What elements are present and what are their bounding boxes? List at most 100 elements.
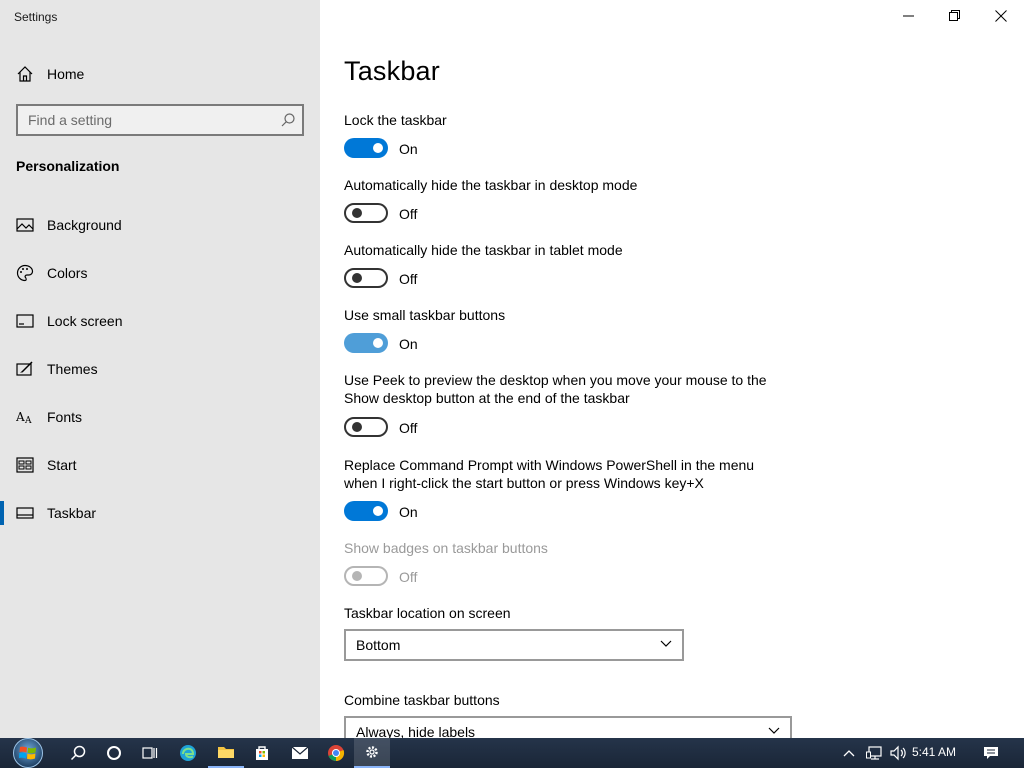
task-view-icon	[142, 747, 158, 759]
windows-taskbar: 5:41 AM	[0, 738, 1024, 768]
location-value: Bottom	[356, 637, 401, 653]
setting-label: Automatically hide the taskbar in deskto…	[344, 177, 638, 193]
windows-logo-icon	[13, 738, 43, 768]
file-explorer-button[interactable]	[208, 738, 244, 768]
fonts-icon: A A	[16, 410, 32, 426]
restore-button[interactable]	[932, 0, 978, 32]
peek-toggle[interactable]	[344, 417, 388, 437]
toggle-knob	[352, 208, 362, 218]
start-button[interactable]	[10, 737, 46, 768]
search-icon	[70, 745, 86, 761]
toggle-state: Off	[399, 420, 418, 436]
sidebar-item-taskbar[interactable]: Taskbar	[0, 493, 320, 533]
toggle-state: On	[399, 504, 418, 520]
home-label: Home	[47, 66, 85, 82]
taskbar-clock[interactable]: 5:41 AM	[912, 745, 956, 759]
restore-icon	[949, 10, 960, 21]
folder-icon	[218, 747, 234, 758]
sidebar-item-label: Taskbar	[47, 505, 97, 521]
lock-taskbar-toggle[interactable]	[344, 138, 388, 158]
edge-button[interactable]	[170, 738, 206, 768]
minimize-icon	[903, 15, 914, 17]
home-nav-item[interactable]: Home	[0, 56, 320, 90]
toggle-knob	[373, 506, 383, 516]
taskbar-icon	[16, 507, 34, 519]
toggle-state: On	[399, 141, 418, 157]
search-placeholder: Find a setting	[28, 112, 113, 128]
close-button[interactable]	[978, 0, 1024, 32]
search-icon	[281, 113, 295, 127]
section-title: Personalization	[16, 158, 120, 174]
chevron-up-icon	[843, 750, 855, 757]
toggle-knob	[352, 273, 362, 283]
setting-label: Replace Command Prompt with Windows Powe…	[344, 457, 755, 491]
settings-taskbar-button[interactable]	[354, 738, 390, 768]
search-input[interactable]: Find a setting	[16, 104, 304, 136]
toggle-knob	[352, 422, 362, 432]
sidebar-item-label: Fonts	[47, 409, 83, 425]
powershell-toggle[interactable]	[344, 501, 388, 521]
minimize-button[interactable]	[886, 0, 932, 32]
sidebar-item-fonts[interactable]: A A Fonts	[0, 397, 320, 437]
setting-label: Automatically hide the taskbar in tablet…	[344, 242, 623, 258]
location-label: Taskbar location on screen	[344, 605, 511, 621]
sidebar-item-label: Background	[47, 217, 122, 233]
edge-icon	[180, 745, 196, 761]
setting-label: Show badges on taskbar buttons	[344, 540, 548, 556]
sidebar-item-label: Themes	[47, 361, 98, 377]
chrome-icon	[328, 745, 345, 762]
sidebar-item-background[interactable]: Background	[0, 205, 320, 245]
setting-label: Use Peek to preview the desktop when you…	[344, 372, 767, 406]
toggle-knob	[373, 143, 383, 153]
toggle-knob	[373, 338, 383, 348]
toggle-state: Off	[399, 271, 418, 287]
start-icon	[16, 457, 34, 473]
network-button[interactable]	[860, 738, 888, 768]
autohide-tablet-toggle[interactable]	[344, 268, 388, 288]
setting-label: Use small taskbar buttons	[344, 307, 506, 323]
themes-icon	[16, 361, 33, 376]
sidebar-item-label: Colors	[47, 265, 88, 281]
palette-icon	[16, 264, 34, 282]
task-view-button[interactable]	[132, 738, 168, 768]
action-center-button[interactable]	[976, 738, 1006, 768]
sidebar-item-colors[interactable]: Colors	[0, 253, 320, 293]
app-title: Settings	[14, 10, 58, 24]
sidebar-item-label: Lock screen	[47, 313, 123, 329]
mail-icon	[291, 746, 309, 759]
gear-icon	[366, 746, 378, 758]
toggle-state: Off	[399, 206, 418, 222]
store-button[interactable]	[244, 738, 280, 768]
picture-icon	[16, 218, 34, 232]
toggle-knob	[352, 571, 362, 581]
chrome-button[interactable]	[318, 738, 354, 768]
chevron-down-icon	[768, 727, 780, 734]
chevron-down-icon	[660, 640, 672, 647]
sidebar-item-themes[interactable]: Themes	[0, 349, 320, 389]
location-dropdown[interactable]: Bottom	[344, 629, 684, 661]
badges-toggle	[344, 566, 388, 586]
autohide-desktop-toggle[interactable]	[344, 203, 388, 223]
toggle-state: On	[399, 336, 418, 352]
sidebar: Settings Home Find a setting Personaliza…	[0, 0, 320, 738]
sidebar-item-start[interactable]: Start	[0, 445, 320, 485]
search-taskbar-button[interactable]	[60, 738, 96, 768]
small-buttons-toggle[interactable]	[344, 333, 388, 353]
store-icon	[256, 746, 268, 760]
close-icon	[995, 10, 1007, 22]
cortana-icon	[107, 746, 121, 760]
cortana-button[interactable]	[96, 738, 132, 768]
setting-label: Lock the taskbar	[344, 112, 447, 128]
sidebar-item-label: Start	[47, 457, 77, 473]
toggle-state: Off	[399, 569, 418, 585]
notifications-icon	[984, 747, 998, 759]
lock-screen-icon	[16, 314, 34, 328]
home-icon	[17, 66, 33, 82]
svg-text:A: A	[16, 410, 25, 424]
volume-button[interactable]	[885, 738, 913, 768]
speaker-icon	[890, 745, 906, 761]
page-title: Taskbar	[344, 56, 440, 86]
mail-button[interactable]	[282, 738, 318, 768]
sidebar-item-lock-screen[interactable]: Lock screen	[0, 301, 320, 341]
svg-text:A: A	[24, 416, 32, 426]
